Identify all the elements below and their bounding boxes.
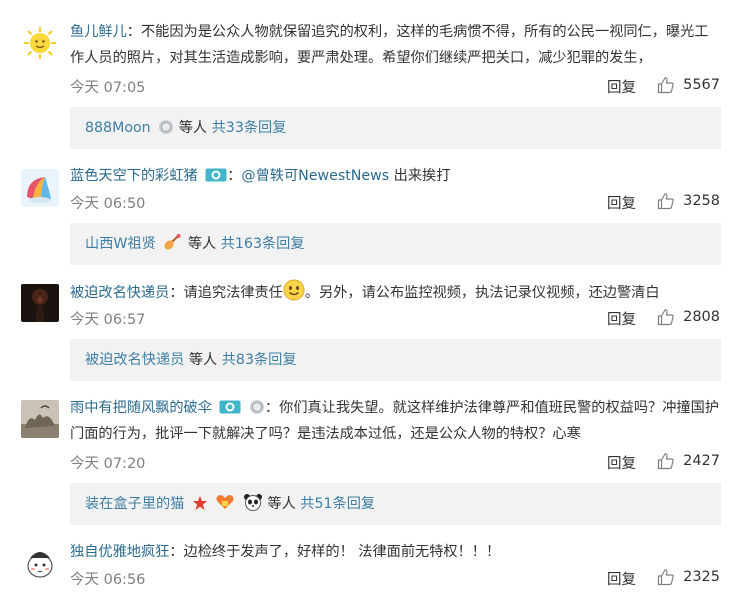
sub-reply-text: 等人 (178, 120, 212, 136)
medal-icon (249, 400, 264, 414)
comment-content: 出来挨打 (389, 168, 451, 184)
comment-time: 今天 06:57 (70, 312, 146, 328)
comment-separator: ： (264, 400, 280, 416)
sub-replies-box[interactable]: 山西W祖贤 等人 共163条回复 (70, 223, 721, 265)
sub-replies-box[interactable]: 装在盒子里的猫 等人 共51条回复 (70, 483, 721, 525)
avatar[interactable] (21, 24, 59, 62)
comment-time: 今天 06:56 (70, 572, 146, 588)
sub-reply-count[interactable]: 共33条回复 (212, 120, 287, 136)
like-count: 5567 (683, 77, 720, 93)
thumbs-up-icon (657, 569, 674, 586)
gift-heart-icon (216, 495, 234, 509)
comment-separator: ： (169, 285, 184, 301)
sub-reply-text: 等人 (267, 496, 301, 512)
like-button[interactable]: 2325 (657, 568, 720, 586)
mention-link[interactable]: @曾轶可NewestNews (241, 168, 389, 184)
comment-text: 雨中有把随风飘的破伞 ：你们真让我失望。就这样维护法律尊严和值班民警的权益吗？冲… (70, 395, 720, 447)
sub-reply-text: 等人 (187, 236, 221, 252)
comment-time: 今天 06:50 (70, 196, 146, 212)
like-count: 3258 (683, 193, 720, 209)
thumbs-up-icon (657, 193, 674, 210)
comment-time: 今天 07:20 (70, 456, 146, 472)
sub-reply-count[interactable]: 共51条回复 (300, 496, 375, 512)
like-button[interactable]: 5567 (657, 76, 720, 94)
comment-content-b: 。另外，请公布监控视频，执法记录仪视频，还边警清白 (304, 285, 660, 301)
comment-time: 今天 07:05 (70, 80, 146, 96)
star-icon (192, 496, 207, 510)
sub-reply-username[interactable]: 山西W祖贤 (85, 236, 156, 252)
comment-username[interactable]: 雨中有把随风飘的破伞 (70, 400, 212, 416)
sub-reply-count[interactable]: 共83条回复 (222, 352, 297, 368)
camera-badge-icon (219, 400, 241, 414)
like-button[interactable]: 3258 (657, 192, 720, 210)
comment-text: 被迫改名快递员：请追究法律责任 。另外，请公布监控视频，执法记录仪视频，还边警清白 (70, 279, 720, 306)
sub-replies-box[interactable]: 888Moon 等人 共33条回复 (70, 107, 721, 149)
smile-emoji-icon (283, 279, 305, 301)
comment-meta: 今天 07:05 回复 5567 (70, 76, 720, 98)
comment-meta: 今天 06:56 回复 2325 (70, 568, 720, 590)
like-count: 2808 (683, 309, 720, 325)
comment-text: 独自优雅地疯狂：边检终于发声了，好样的！ 法律面前无特权！！！ (70, 539, 720, 565)
reply-button[interactable]: 回复 (607, 568, 636, 589)
avatar[interactable] (21, 544, 59, 582)
reply-button[interactable]: 回复 (607, 452, 636, 473)
thumbs-up-icon (657, 453, 674, 470)
sub-reply-text: 等人 (184, 352, 222, 368)
comment-content: 边检终于发声了，好样的！ 法律面前无特权！！！ (183, 544, 501, 560)
panda-icon (243, 494, 262, 511)
comment-separator: ： (169, 544, 184, 560)
comment-meta: 今天 06:50 回复 3258 (70, 192, 720, 214)
comment-text: 鱼儿鲜儿：不能因为是公众人物就保留追究的权利，这样的毛病惯不得，所有的公民一视同… (70, 19, 720, 71)
comment-separator: ： (227, 168, 242, 184)
comment-separator: ： (126, 24, 141, 40)
like-count: 2427 (683, 453, 720, 469)
reply-button[interactable]: 回复 (607, 76, 636, 97)
reply-button[interactable]: 回复 (607, 192, 636, 213)
avatar[interactable] (21, 284, 59, 322)
comment-meta: 今天 06:57 回复 2808 (70, 308, 720, 330)
sub-replies-box[interactable]: 被迫改名快递员 等人 共83条回复 (70, 339, 721, 381)
comment-username[interactable]: 鱼儿鲜儿 (70, 24, 127, 40)
sub-reply-count[interactable]: 共163条回复 (221, 236, 305, 252)
comment-username[interactable]: 蓝色天空下的彩虹猪 (70, 168, 198, 184)
like-button[interactable]: 2427 (657, 452, 720, 470)
comment-meta: 今天 07:20 回复 2427 (70, 452, 720, 474)
comment-content: 不能因为是公众人物就保留追究的权利，这样的毛病惯不得，所有的公民一视同仁，曝光工… (70, 24, 709, 66)
comment-username[interactable]: 独自优雅地疯狂 (70, 544, 169, 560)
comment-text: 蓝色天空下的彩虹猪 ：@曾轶可NewestNews 出来挨打 (70, 163, 720, 189)
guitar-badge-icon (164, 234, 181, 250)
like-button[interactable]: 2808 (657, 308, 720, 326)
camera-badge-icon (205, 168, 227, 182)
avatar[interactable] (21, 400, 59, 438)
sub-reply-username[interactable]: 888Moon (85, 120, 151, 136)
thumbs-up-icon (657, 309, 674, 326)
comment-content-a: 请追究法律责任 (183, 285, 283, 301)
reply-button[interactable]: 回复 (607, 308, 636, 329)
medal-icon (159, 120, 174, 134)
sub-reply-username[interactable]: 装在盒子里的猫 (85, 496, 184, 512)
avatar[interactable] (21, 169, 59, 207)
sub-reply-username[interactable]: 被迫改名快递员 (85, 352, 184, 368)
comment-username[interactable]: 被迫改名快递员 (70, 285, 169, 301)
like-count: 2325 (683, 569, 720, 585)
thumbs-up-icon (657, 77, 674, 94)
